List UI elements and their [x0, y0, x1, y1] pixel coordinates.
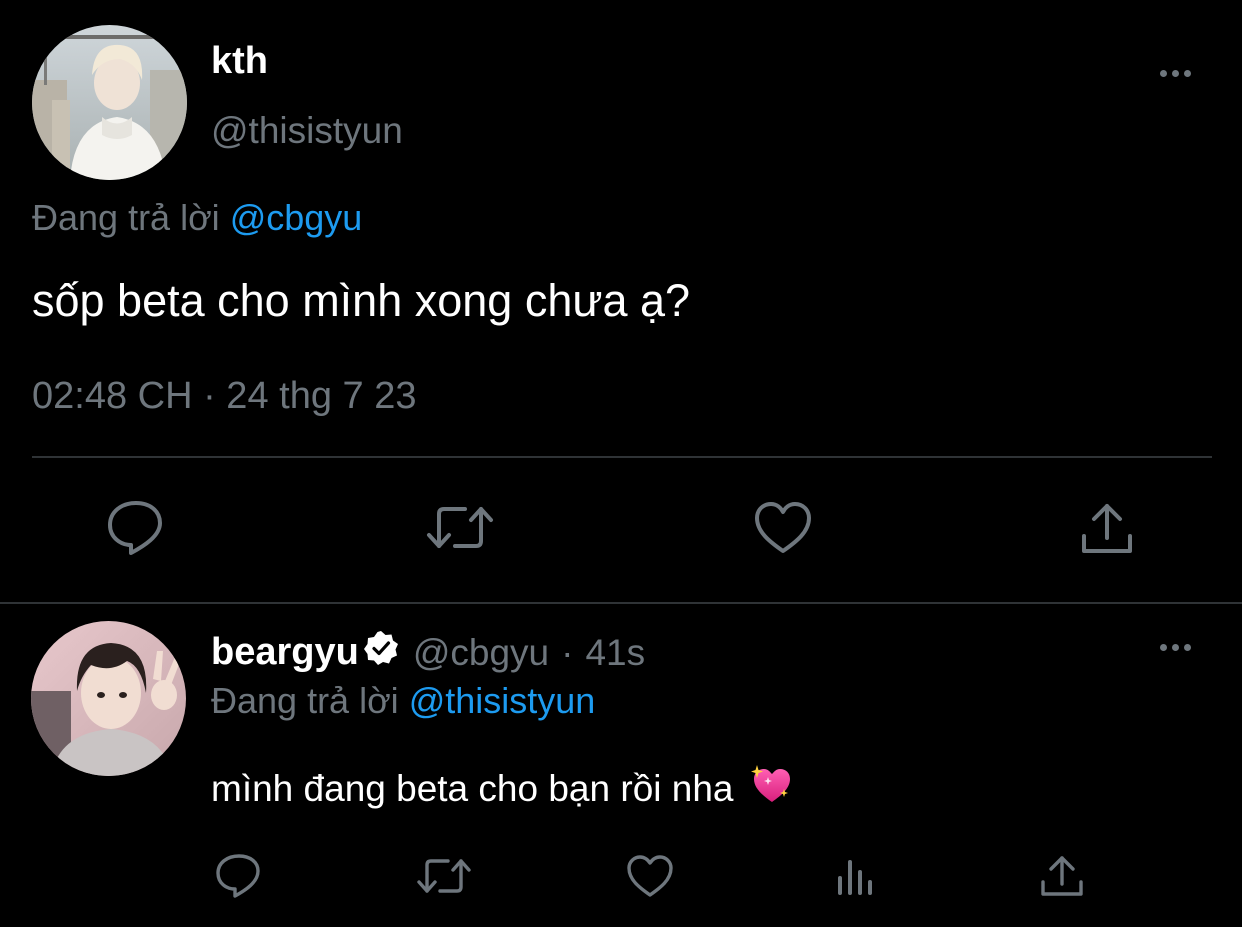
replying-prefix: Đang trả lời	[211, 680, 399, 721]
reply-icon[interactable]	[215, 852, 261, 900]
divider	[32, 456, 1212, 458]
replying-to: Đang trả lời @thisistyun	[211, 680, 595, 722]
reply-header: beargyu @cbgyu · 41s	[211, 630, 645, 675]
tweet-age[interactable]: 41s	[585, 632, 645, 674]
tweet-text: mình đang beta cho bạn rồi nha	[211, 767, 734, 809]
like-icon[interactable]	[752, 498, 814, 558]
user-handle[interactable]: @thisistyun	[211, 110, 403, 152]
replying-to: Đang trả lời @cbgyu	[32, 197, 362, 239]
analytics-icon[interactable]	[835, 852, 879, 900]
tweet-text: sốp beta cho mình xong chưa ạ?	[32, 275, 691, 326]
display-name[interactable]: beargyu	[211, 631, 359, 674]
avatar[interactable]	[32, 25, 187, 180]
display-name[interactable]: kth	[211, 40, 268, 83]
retweet-icon[interactable]	[416, 852, 472, 900]
tweet-text-row: mình đang beta cho bạn rồi nha	[211, 762, 792, 815]
reply-icon[interactable]	[106, 498, 164, 558]
sparkling-heart-icon	[748, 762, 792, 815]
separator: ·	[561, 631, 574, 673]
verified-badge-icon	[363, 630, 399, 675]
mention-link[interactable]: @thisistyun	[409, 680, 596, 721]
like-icon[interactable]	[625, 852, 675, 900]
divider	[0, 602, 1242, 604]
more-options-icon[interactable]	[1160, 70, 1191, 77]
avatar[interactable]	[31, 621, 186, 776]
share-icon[interactable]	[1039, 852, 1085, 900]
more-options-icon[interactable]	[1160, 644, 1191, 651]
replying-prefix: Đang trả lời	[32, 197, 220, 238]
share-icon[interactable]	[1079, 498, 1135, 558]
mention-link[interactable]: @cbgyu	[230, 197, 363, 238]
user-handle[interactable]: @cbgyu	[413, 632, 549, 674]
retweet-icon[interactable]	[425, 498, 495, 558]
tweet-timestamp[interactable]: 02:48 CH · 24 thg 7 23	[32, 375, 416, 418]
